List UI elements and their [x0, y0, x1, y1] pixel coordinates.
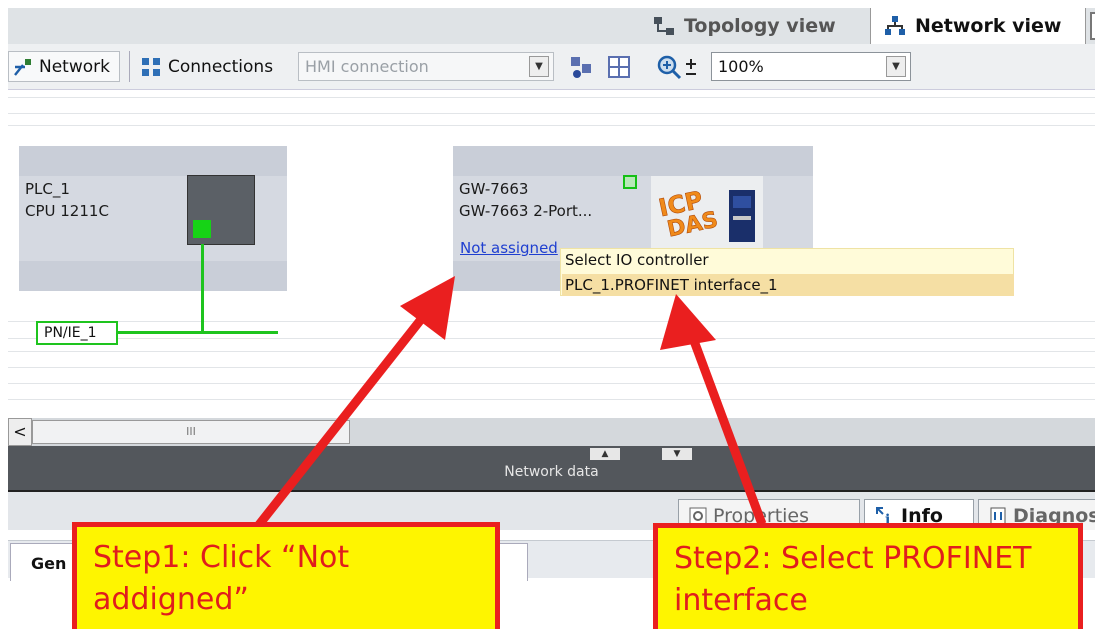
subnet-label[interactable]: PN/IE_1 [36, 321, 118, 345]
toolbar-separator [129, 51, 130, 82]
plc-type: CPU 1211C [25, 202, 109, 220]
popup-title: Select IO controller [565, 251, 709, 269]
zoom-select[interactable]: 100% ▼ [711, 52, 911, 81]
canvas-gridline [8, 321, 1095, 322]
chevron-down-icon[interactable]: ▼ [529, 56, 549, 77]
plc-device[interactable]: PLC_1 CPU 1211C [19, 146, 287, 291]
plc-subnet-link [201, 244, 204, 332]
chevron-down-icon[interactable]: ▼ [886, 56, 906, 77]
network-data-title: Network data [504, 464, 599, 480]
canvas-gridline [8, 367, 1095, 368]
not-assigned-link[interactable]: Not assigned [460, 239, 558, 257]
plc-name: PLC_1 [25, 180, 70, 198]
connection-type-value: HMI connection [305, 57, 429, 76]
collapse-down-icon[interactable]: ▼ [662, 448, 692, 460]
network-mode-label: Network [39, 56, 110, 77]
canvas-gridline [8, 351, 1095, 352]
network-mode-button[interactable]: Network [8, 51, 120, 82]
subnet-line[interactable] [116, 331, 278, 334]
network-data-panel: ▲ ▼ Network data [8, 446, 1095, 490]
popup-item-profinet-interface[interactable]: PLC_1.PROFINET interface_1 [562, 274, 1014, 296]
step1-callout: Step1: Click “Not addigned” [72, 522, 500, 629]
topology-icon [654, 17, 674, 35]
horizontal-scrollbar[interactable]: < III [8, 418, 1095, 446]
zoom-value: 100% [718, 57, 764, 76]
network-toolbar: Network Connections HMI connection ▼ 100… [8, 44, 1095, 90]
gateway-name: GW-7663 [459, 180, 529, 198]
gateway-port[interactable] [623, 175, 637, 189]
device-view-tab-edge[interactable] [1090, 12, 1095, 40]
gateway-type: GW-7663 2-Port... [459, 202, 593, 220]
io-controller-popup: Select IO controller PLC_1.PROFINET inte… [560, 248, 1014, 296]
tab-topology-view[interactable]: Topology view [640, 8, 866, 44]
show-address-icon[interactable] [568, 54, 594, 80]
tab-network-view[interactable]: Network view [870, 8, 1086, 44]
tab-topology-label: Topology view [684, 15, 836, 37]
connections-icon [142, 57, 160, 76]
canvas-gridline [8, 383, 1095, 384]
connections-mode-button[interactable]: Connections [136, 51, 296, 82]
view-tab-bar: Topology view Network view [8, 8, 1095, 44]
canvas-gridline [8, 338, 1095, 339]
zoom-stepper-icon[interactable] [683, 54, 699, 80]
connections-label: Connections [168, 56, 274, 77]
collapse-up-icon[interactable]: ▲ [590, 448, 620, 460]
step2-callout: Step2: Select PROFINET interface [653, 523, 1083, 629]
tab-network-label: Network view [915, 15, 1062, 37]
profinet-port[interactable] [193, 220, 211, 238]
scroll-thumb[interactable]: III [32, 420, 350, 444]
properties-icon [689, 507, 707, 524]
scroll-left-icon[interactable]: < [8, 418, 32, 446]
canvas-gridline [8, 125, 1095, 126]
grid-icon[interactable] [606, 54, 632, 80]
canvas-gridline [8, 113, 1095, 114]
zoom-icon[interactable] [656, 54, 682, 80]
network-view-icon [885, 16, 905, 35]
connection-type-select[interactable]: HMI connection ▼ [298, 52, 554, 81]
network-mode-icon [14, 58, 31, 76]
cpu-module-icon [187, 175, 255, 245]
canvas-gridline [8, 97, 1095, 98]
canvas-gridline [8, 399, 1095, 400]
